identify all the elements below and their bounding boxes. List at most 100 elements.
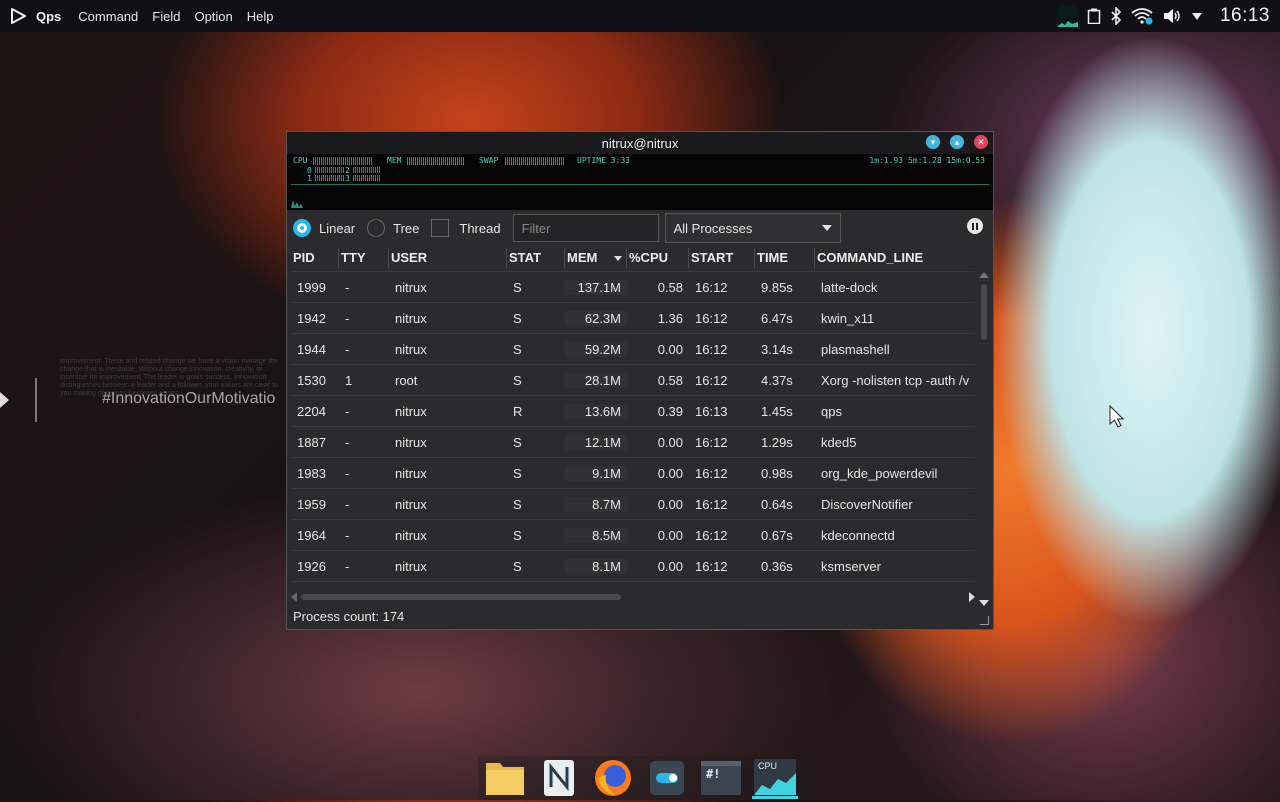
- resize-grip[interactable]: [980, 616, 989, 625]
- thread-label[interactable]: Thread: [459, 221, 500, 236]
- linear-radio[interactable]: [293, 219, 311, 237]
- header-time[interactable]: TIME: [755, 248, 815, 268]
- cell-command: plasmashell: [821, 341, 890, 357]
- menu-help[interactable]: Help: [240, 9, 281, 24]
- vertical-scrollbar[interactable]: [979, 272, 989, 606]
- cell-stat: S: [513, 527, 522, 543]
- table-row[interactable]: 1959 - nitrux S 8.7M 0.00 16:12 0.64s DiscoverNo…: [291, 489, 975, 520]
- tree-label[interactable]: Tree: [393, 221, 419, 236]
- cell-time: 3.14s: [761, 341, 793, 357]
- cell-start: 16:12: [695, 527, 728, 543]
- scroll-up-arrow[interactable]: [979, 272, 989, 278]
- load-average: 1m:1.93 5m:1.28 15m:0.53: [869, 156, 985, 165]
- dock-item-notes[interactable]: [536, 757, 582, 799]
- window-title: nitrux@nitrux: [601, 135, 679, 151]
- cell-user: nitrux: [395, 310, 427, 326]
- header-command-line[interactable]: COMMAND_LINE: [815, 248, 975, 268]
- header-tty[interactable]: TTY: [339, 248, 389, 268]
- cell-tty: -: [345, 558, 350, 574]
- cell-user: nitrux: [395, 403, 427, 419]
- menu-option[interactable]: Option: [187, 9, 239, 24]
- scroll-down-arrow[interactable]: [979, 600, 989, 606]
- widget-play-icon[interactable]: [0, 392, 9, 408]
- cell-time: 0.64s: [761, 496, 793, 512]
- table-row[interactable]: 1926 - nitrux S 8.1M 0.00 16:12 0.36s ksmserver: [291, 551, 975, 582]
- tree-radio[interactable]: [367, 219, 386, 237]
- cell-command: qps: [821, 403, 842, 419]
- wifi-icon[interactable]: [1131, 7, 1153, 25]
- scroll-left-arrow[interactable]: [291, 592, 297, 602]
- cell-command: kwin_x11: [821, 310, 875, 326]
- menu-field[interactable]: Field: [145, 9, 187, 24]
- dock-item-terminal[interactable]: #!: [698, 757, 744, 799]
- filter-input[interactable]: Filter: [512, 214, 659, 242]
- dock-item-settings[interactable]: [644, 757, 690, 799]
- table-row[interactable]: 1942 - nitrux S 62.3M 1.36 16:12 6.47s kwin_x11: [291, 303, 975, 334]
- cell-start: 16:12: [689, 590, 755, 591]
- play-triangle-icon: [11, 8, 26, 24]
- dock-item-files[interactable]: [482, 757, 528, 799]
- cell-command: Xorg -nolisten tcp -auth /v: [821, 372, 970, 388]
- table-row[interactable]: 2204 - nitrux R 13.6M 0.39 16:13 1.45s qps: [291, 396, 975, 427]
- close-button[interactable]: ✕: [974, 135, 988, 149]
- cell-pid: 1887: [297, 434, 326, 450]
- table-header: PID TTY USER STAT MEM %CPU START TIME CO…: [291, 245, 975, 272]
- mouse-cursor-icon: [1109, 405, 1125, 428]
- dock-item-firefox[interactable]: [590, 757, 636, 799]
- table-row[interactable]: 1964 - nitrux S 8.5M 0.00 16:12 0.67s kdeconnect…: [291, 520, 975, 551]
- launcher-button[interactable]: [0, 0, 36, 32]
- header-user[interactable]: USER: [389, 248, 507, 268]
- cell-start: 16:12: [695, 310, 728, 326]
- dock-item-cpu-monitor[interactable]: CPU: [752, 757, 798, 799]
- cell-user: nitrux: [395, 558, 427, 574]
- cell-cpu: 0.00: [657, 465, 683, 481]
- cell-mem: 59.2M: [565, 342, 627, 357]
- scroll-right-arrow[interactable]: [969, 592, 975, 602]
- thread-checkbox[interactable]: [431, 219, 450, 237]
- header-start[interactable]: START: [689, 248, 755, 268]
- cell-command: org_kde_powerdevil: [821, 465, 938, 481]
- cpu-label: CPU: [293, 156, 308, 165]
- table-row[interactable]: 1944 - nitrux S 59.2M 0.00 16:12 3.14s plasmashe…: [291, 334, 975, 365]
- horizontal-scroll-thumb[interactable]: [301, 594, 621, 600]
- firefox-icon: [595, 760, 631, 796]
- chevron-up-icon: ▴: [954, 136, 960, 147]
- horizontal-scrollbar[interactable]: [291, 592, 975, 602]
- volume-icon[interactable]: [1162, 7, 1182, 25]
- cell-start: 16:12: [695, 465, 728, 481]
- cell-stat: S: [513, 341, 522, 357]
- cell-cpu: 0.00: [657, 341, 683, 357]
- cell-mem: 8.7M: [565, 497, 627, 512]
- table-row[interactable]: 1530 1 root S 28.1M 0.58 16:12 4.37s Xorg -nolis…: [291, 365, 975, 396]
- minimize-button[interactable]: ▾: [926, 135, 940, 149]
- cell-user: nitrux: [395, 496, 427, 512]
- clock[interactable]: 16:13: [1220, 5, 1270, 27]
- menu-command[interactable]: Command: [71, 9, 145, 24]
- table-row[interactable]: 1999 - nitrux S 137.1M 0.58 16:12 9.85s latte-do…: [291, 272, 975, 303]
- cpu-graph-icon[interactable]: [1057, 5, 1078, 27]
- table-row[interactable]: 1983 - nitrux S 9.1M 0.00 16:12 0.98s org_kde_po…: [291, 458, 975, 489]
- cpu-core-2-bars: [353, 167, 381, 173]
- header-cpu[interactable]: %CPU: [627, 248, 689, 268]
- view-toolbar: Linear Tree Thread Filter All Processes: [287, 210, 993, 246]
- header-pid[interactable]: PID: [291, 248, 339, 268]
- window-titlebar[interactable]: nitrux@nitrux ▾ ▴ ✕: [287, 132, 993, 154]
- maximize-button[interactable]: ▴: [950, 135, 964, 149]
- bluetooth-icon[interactable]: [1110, 7, 1122, 25]
- process-filter-value: All Processes: [673, 220, 753, 236]
- header-stat[interactable]: STAT: [507, 248, 565, 268]
- header-mem[interactable]: MEM: [565, 248, 627, 268]
- vertical-scroll-thumb[interactable]: [981, 284, 987, 340]
- table-row[interactable]: 1948-nitruxS7.9M0.0016:120.36spolkit-kde…: [291, 582, 975, 591]
- cell-tty: -: [345, 341, 350, 357]
- cell-stat: S: [513, 434, 522, 450]
- pause-button[interactable]: [967, 218, 983, 234]
- table-body: 1999- nitrux S 137.1M 0.58 16:12 9.85s latte-do…: [291, 272, 975, 590]
- clipboard-icon[interactable]: [1087, 8, 1101, 24]
- table-row[interactable]: 1887 - nitrux S 12.1M 0.00 16:12 1.29s kded5: [291, 427, 975, 458]
- cell-time: 1.45s: [761, 403, 793, 419]
- linear-label[interactable]: Linear: [319, 221, 355, 236]
- process-filter-select[interactable]: All Processes: [664, 213, 841, 243]
- cpu-core-1: 1: [307, 174, 312, 183]
- expand-tray-icon[interactable]: [1191, 11, 1203, 21]
